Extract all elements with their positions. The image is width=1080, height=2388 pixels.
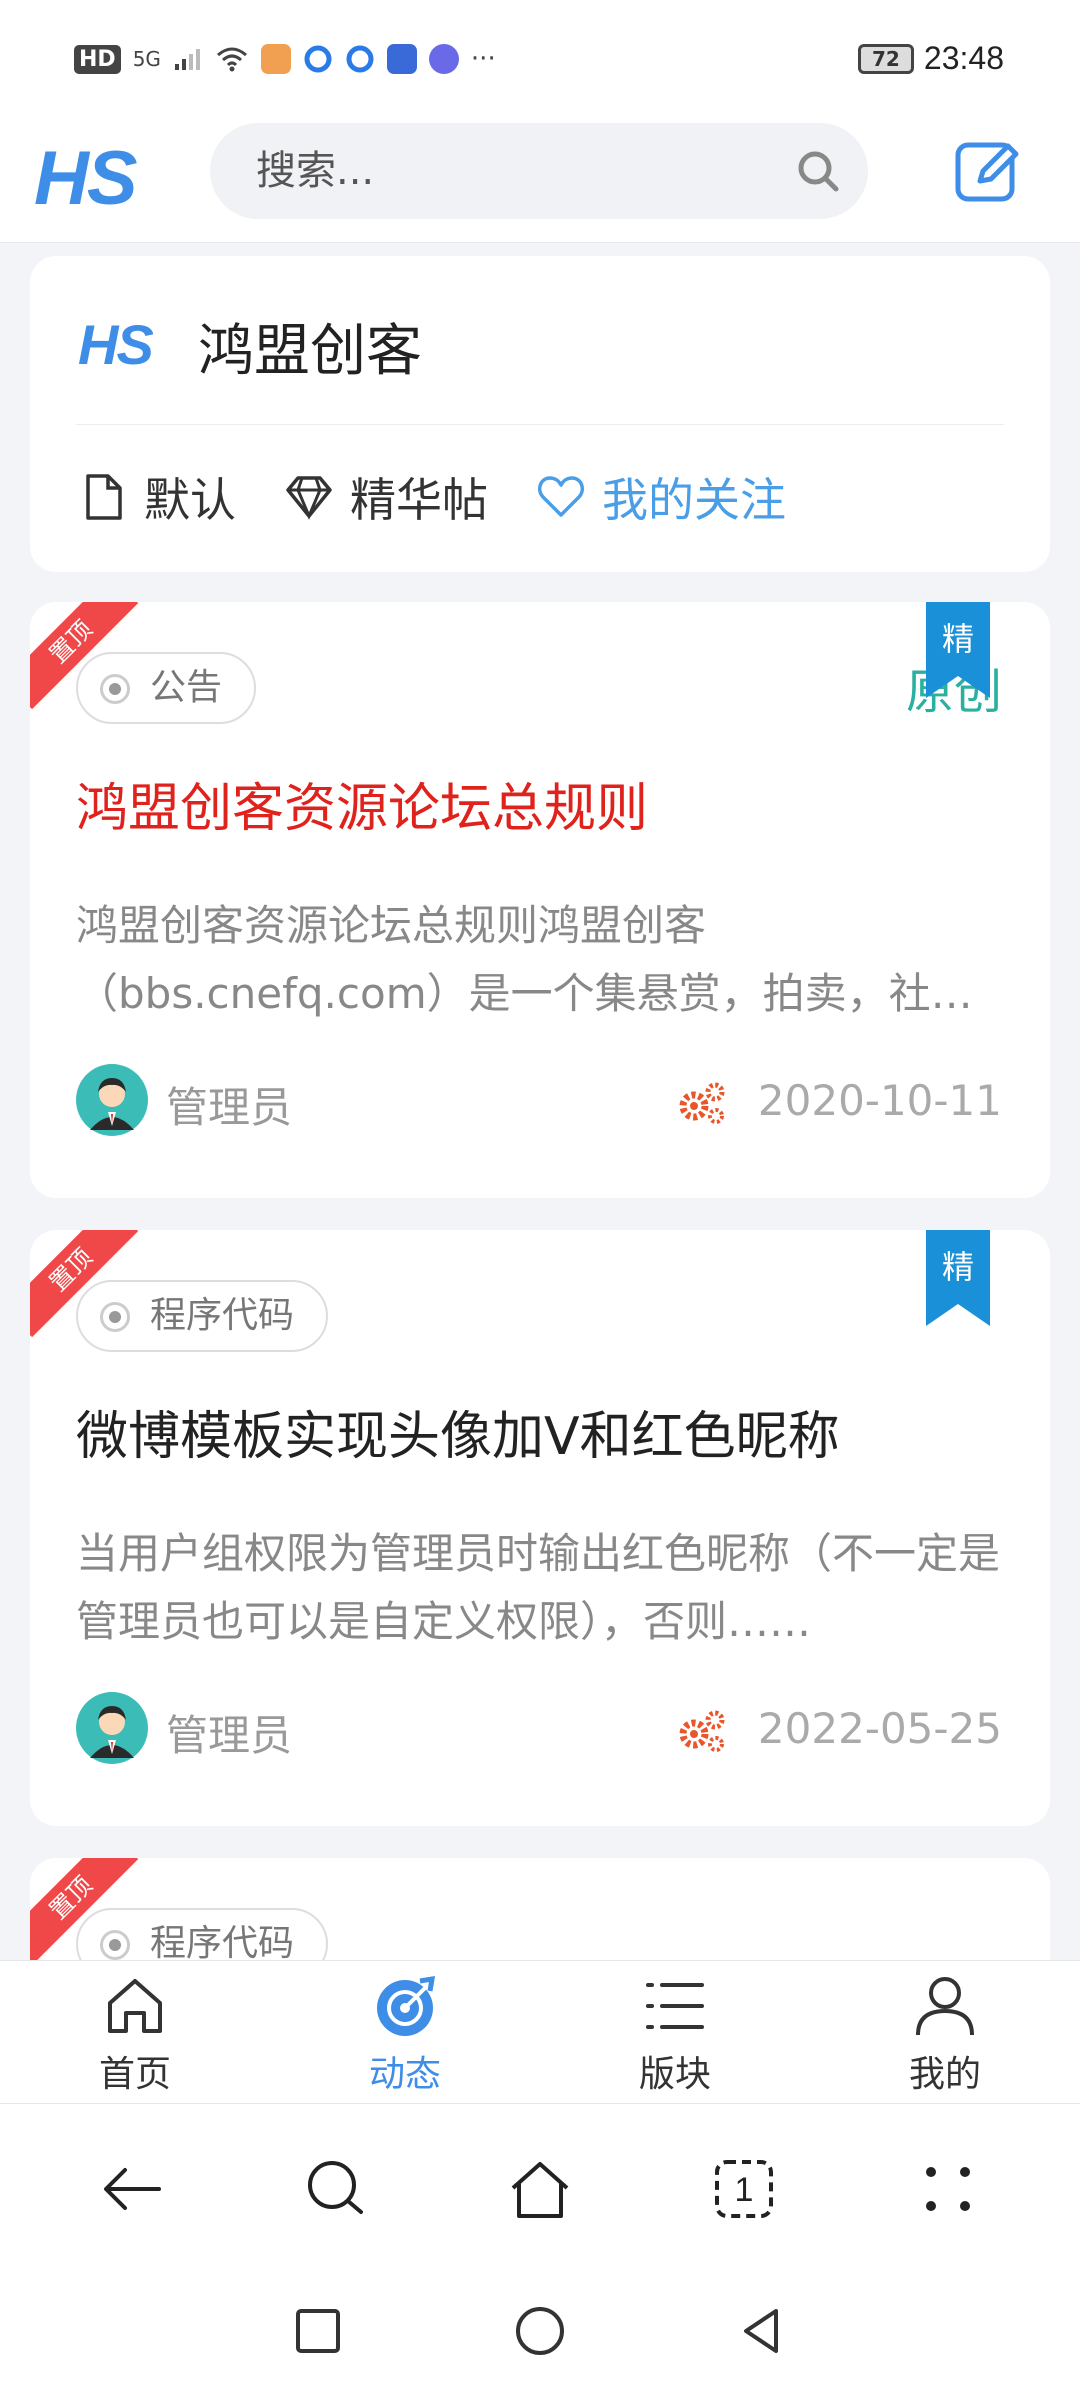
app-notification-icon	[346, 45, 374, 73]
post-date: 2022-05-25	[757, 1704, 1002, 1753]
system-navigation	[0, 2274, 1080, 2388]
author-name[interactable]: 管理员	[166, 1702, 292, 1763]
tab-following[interactable]: 我的关注	[536, 464, 786, 530]
author-name[interactable]: 管理员	[166, 1074, 292, 1135]
search-icon[interactable]	[794, 147, 842, 195]
app-header: HS	[0, 115, 1080, 243]
category-tag[interactable]: 程序代码	[76, 1908, 329, 1960]
battery-icon: 72	[857, 43, 914, 74]
bottom-nav: 首页 动态 版块 我的	[0, 1960, 1080, 2104]
category-label: 程序代码	[150, 1923, 295, 1960]
home-icon[interactable]	[507, 2156, 573, 2222]
search-bar[interactable]	[210, 123, 868, 219]
nav-profile-label: 我的	[908, 2054, 981, 2095]
post-card[interactable]: 置顶 精 程序代码 微博模板实现头像加V和红色昵称 当用户组权限为管理员时输出红…	[30, 1230, 1050, 1826]
menu-dots-icon[interactable]	[915, 2156, 981, 2222]
category-label: 程序代码	[150, 1295, 295, 1336]
featured-label: 精	[941, 620, 974, 658]
post-card[interactable]: 置顶 原创 精 公告 鸿盟创客资源论坛总规则 鸿盟创客资源论坛总规则鸿盟创客（b…	[30, 602, 1050, 1198]
avatar[interactable]	[76, 1692, 148, 1764]
forum-name: 鸿盟创客	[198, 319, 422, 384]
post-excerpt: 鸿盟创客资源论坛总规则鸿盟创客（bbs.cnefq.com）是一个集悬赏，拍卖，…	[76, 901, 931, 1018]
back-arrow-icon[interactable]	[99, 2156, 165, 2222]
status-left: HD 5G ···	[74, 44, 496, 74]
gears-icon	[679, 1710, 725, 1752]
featured-label: 精	[941, 1248, 974, 1286]
tabs-icon[interactable]: 1	[711, 2156, 777, 2222]
tab-default-label: 默认	[144, 473, 236, 527]
category-tag[interactable]: 程序代码	[76, 1280, 329, 1352]
radio-dot-icon	[100, 674, 130, 704]
cell-signal-icon	[174, 49, 200, 70]
post-title[interactable]: 微博模板实现头像加V和红色昵称	[76, 1394, 840, 1469]
list-icon	[646, 1983, 704, 2029]
tab-following-label: 我的关注	[602, 473, 786, 527]
app-notification-icon	[260, 44, 291, 74]
divider	[76, 424, 1004, 425]
nav-dynamic[interactable]: 动态	[270, 1961, 540, 2103]
signal-indicator: 5G	[132, 47, 161, 71]
gears-icon	[679, 1082, 725, 1124]
document-icon	[86, 474, 122, 520]
browser-toolbar: 1	[0, 2104, 1080, 2274]
nav-dynamic-label: 动态	[368, 2054, 441, 2095]
back-triangle-icon[interactable]	[736, 2305, 788, 2357]
radio-dot-icon	[100, 1930, 130, 1960]
nav-home-label: 首页	[98, 2054, 171, 2095]
tab-count: 1	[735, 2171, 754, 2209]
diamond-icon	[286, 476, 332, 520]
nav-profile[interactable]: 我的	[810, 1961, 1080, 2103]
post-date: 2020-10-11	[757, 1076, 1002, 1125]
tab-featured-label: 精华帖	[350, 473, 488, 527]
graduation-app-icon	[386, 44, 417, 74]
recent-apps-icon[interactable]	[292, 2305, 344, 2357]
home-icon	[108, 1979, 162, 2033]
category-label: 公告	[150, 667, 223, 708]
clock: 23:48	[923, 40, 1004, 76]
heart-icon	[538, 476, 584, 517]
nav-sections[interactable]: 版块	[540, 1961, 810, 2103]
compose-icon[interactable]	[952, 135, 1022, 205]
app-logo[interactable]: HS	[34, 135, 138, 222]
nav-sections-label: 版块	[638, 2054, 711, 2095]
search-icon[interactable]	[303, 2156, 369, 2222]
music-app-icon	[428, 44, 459, 74]
more-notifications-icon: ···	[470, 44, 496, 74]
category-tag[interactable]: 公告	[76, 652, 257, 724]
dynamic-icon	[377, 1975, 436, 2036]
tab-default[interactable]: 默认	[78, 464, 236, 530]
radio-dot-icon	[100, 1302, 130, 1332]
forum-logo: HS	[78, 313, 154, 376]
forum-info-card: HS 鸿盟创客 默认 精华帖 我的关注	[30, 256, 1050, 572]
post-title[interactable]: 鸿盟创客资源论坛总规则	[76, 766, 648, 841]
status-bar: HD 5G ··· 72 23:48	[0, 0, 1080, 115]
tab-featured[interactable]: 精华帖	[284, 464, 488, 530]
wifi-icon	[216, 47, 247, 72]
avatar[interactable]	[76, 1064, 148, 1136]
post-excerpt: 当用户组权限为管理员时输出红色昵称（不一定是管理员也可以是自定义权限），否则……	[76, 1529, 1001, 1646]
home-circle-icon[interactable]	[514, 2305, 566, 2357]
hd-indicator: HD	[74, 44, 121, 74]
status-right: 72 23:48	[857, 40, 1004, 77]
search-input[interactable]	[256, 145, 736, 197]
user-icon	[916, 1977, 974, 2036]
forum-tabs: 默认 精华帖 我的关注	[78, 464, 786, 530]
app-notification-icon	[304, 45, 332, 73]
post-card[interactable]: 置顶 程序代码	[30, 1858, 1050, 1960]
nav-home[interactable]: 首页	[0, 1961, 270, 2103]
